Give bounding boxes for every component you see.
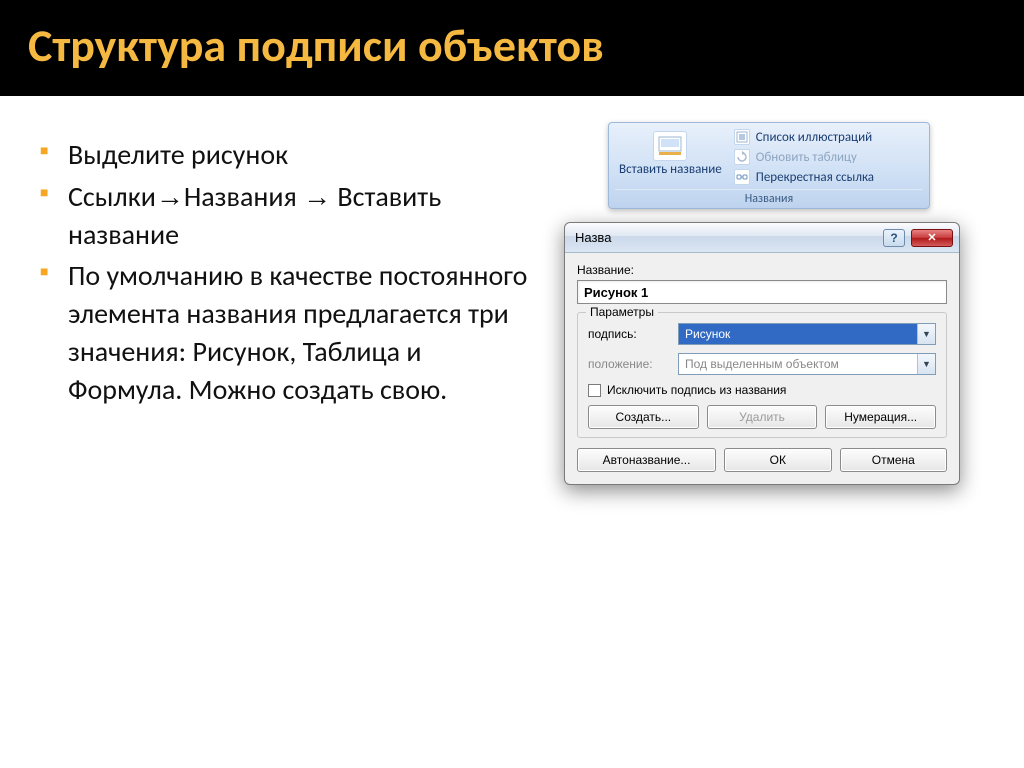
dialog-title: Назва (575, 230, 611, 245)
caption-type-value: Рисунок (679, 324, 917, 344)
insert-caption-button[interactable]: Вставить название (615, 129, 726, 179)
caption-type-label: подпись: (588, 327, 668, 341)
cancel-button[interactable]: Отмена (840, 448, 947, 472)
caption-name-input[interactable] (577, 280, 947, 304)
checkbox-icon (588, 384, 601, 397)
bullet-item: По умолчанию в качестве постоянного элем… (40, 257, 540, 408)
position-combo[interactable]: Под выделенным объектом ▼ (678, 353, 936, 375)
list-of-figures-label: Список иллюстраций (756, 130, 872, 145)
exclude-caption-checkbox[interactable]: Исключить подпись из названия (588, 383, 936, 397)
bullet-list: Выделите рисунок Ссылки→Названия → Встав… (40, 136, 540, 413)
close-icon: ✕ (927, 231, 936, 244)
parameters-group: Параметры подпись: Рисунок ▼ положение: … (577, 312, 947, 438)
list-icon (734, 129, 750, 145)
cross-reference-button[interactable]: Перекрестная ссылка (734, 169, 923, 185)
update-table-label: Обновить таблицу (756, 150, 857, 165)
dialog-titlebar[interactable]: Назва ? ✕ (565, 223, 959, 253)
caption-dialog: Назва ? ✕ Название: Параметры подпись: (564, 222, 960, 485)
parameters-group-title: Параметры (586, 305, 658, 319)
position-value: Под выделенным объектом (679, 354, 917, 374)
ok-button[interactable]: ОК (724, 448, 831, 472)
list-of-figures-button[interactable]: Список иллюстраций (734, 129, 923, 145)
update-table-button[interactable]: Обновить таблицу (734, 149, 923, 165)
position-label: положение: (588, 357, 668, 371)
new-label-button[interactable]: Создать... (588, 405, 699, 429)
ribbon-captions-group: Вставить название Список иллюстраций Обн… (608, 122, 930, 209)
caption-icon (653, 131, 687, 161)
insert-caption-label: Вставить название (619, 163, 722, 177)
delete-label-button[interactable]: Удалить (707, 405, 818, 429)
bullet-text: Ссылки (68, 179, 156, 214)
help-button[interactable]: ? (883, 229, 905, 247)
slide-title: Структура подписи объектов (28, 18, 996, 74)
bullet-item: Ссылки→Названия → Вставить название (40, 178, 540, 254)
autocaption-button[interactable]: Автоназвание... (577, 448, 716, 472)
close-button[interactable]: ✕ (911, 229, 953, 247)
name-label: Название: (577, 263, 947, 277)
bullet-item: Выделите рисунок (40, 136, 540, 174)
numbering-button[interactable]: Нумерация... (825, 405, 936, 429)
chevron-down-icon: ▼ (917, 324, 935, 344)
exclude-caption-label: Исключить подпись из названия (607, 383, 786, 397)
chevron-down-icon: ▼ (917, 354, 935, 374)
link-icon (734, 169, 750, 185)
refresh-icon (734, 149, 750, 165)
cross-reference-label: Перекрестная ссылка (756, 170, 874, 185)
ribbon-group-label: Названия (615, 189, 923, 206)
caption-type-combo[interactable]: Рисунок ▼ (678, 323, 936, 345)
bullet-text: Названия (184, 179, 297, 214)
